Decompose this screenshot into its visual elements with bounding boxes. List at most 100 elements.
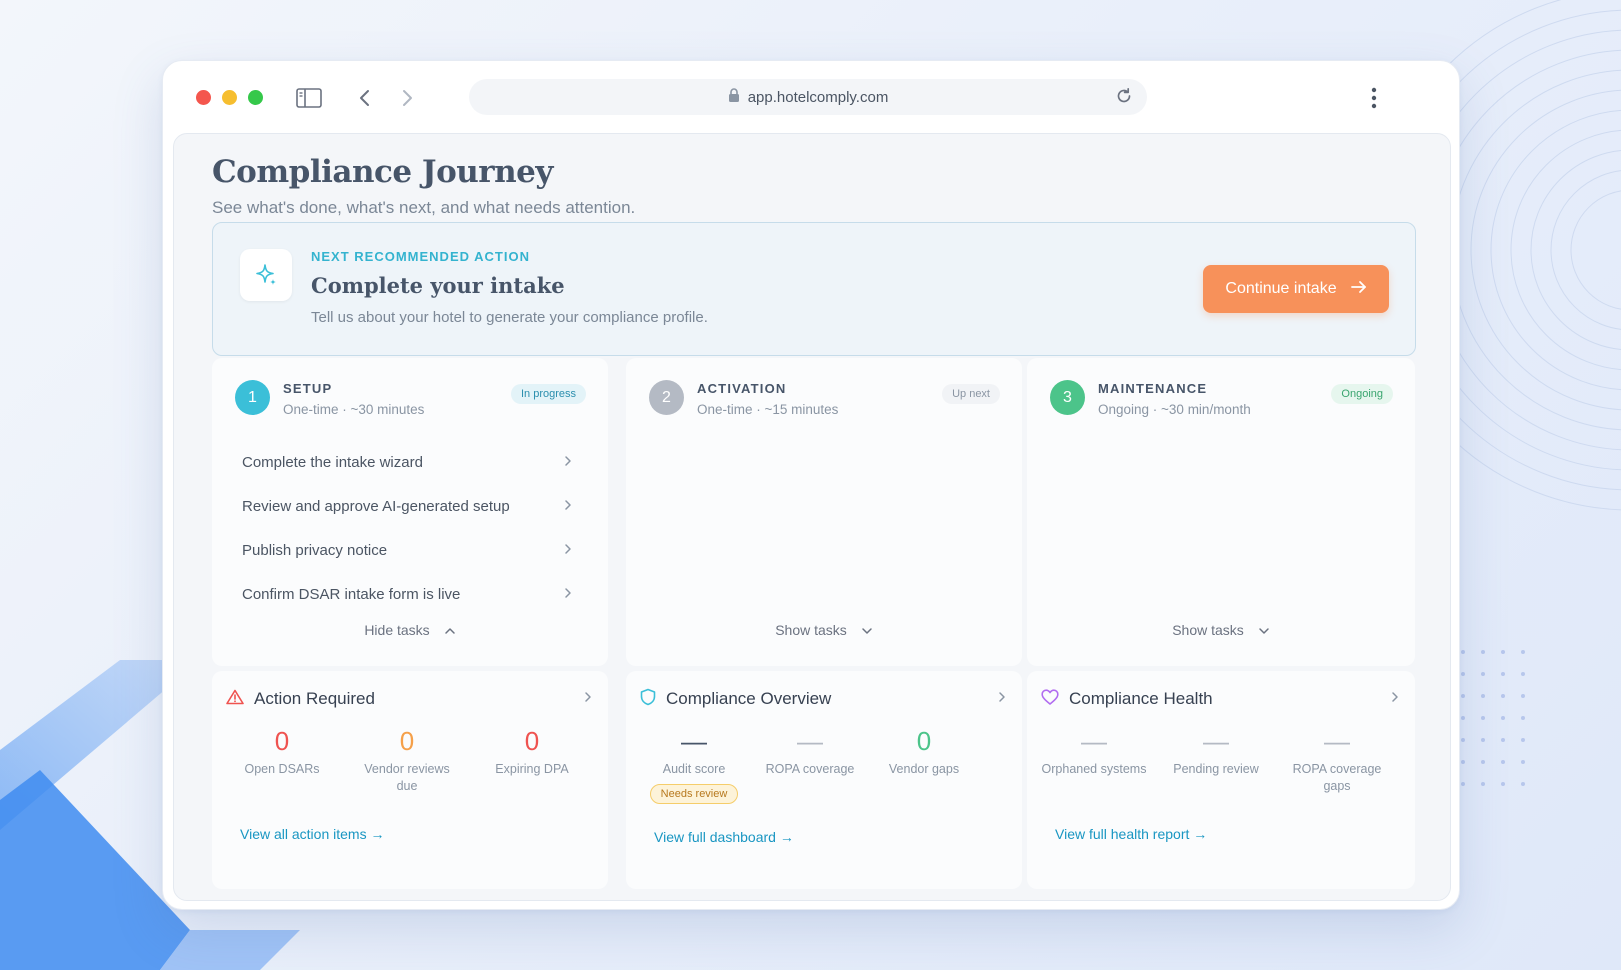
heart-icon — [1041, 688, 1059, 710]
page-content: Compliance Journey See what's done, what… — [173, 133, 1451, 901]
shield-icon — [640, 688, 656, 711]
chevron-right-icon — [564, 542, 572, 559]
stat-label: Open DSARs — [244, 762, 320, 776]
phase-number: 1 — [235, 380, 270, 415]
task-item[interactable]: Publish privacy notice — [242, 528, 572, 572]
address-bar[interactable]: app.hotelcomply.com — [469, 79, 1147, 115]
recommendation-title: Complete your intake — [311, 273, 565, 298]
url-text: app.hotelcomply.com — [747, 88, 889, 106]
card-header[interactable]: Action Required — [226, 687, 592, 711]
task-item[interactable]: Review and approve AI-generated setup — [242, 484, 572, 528]
stat-value: — — [681, 726, 707, 756]
phase-name: SETUP — [283, 381, 333, 396]
close-window-button[interactable] — [196, 90, 211, 105]
chevron-right-icon[interactable] — [584, 690, 592, 708]
stat-value: 0 — [274, 726, 290, 756]
stat-label: Orphaned systems — [1041, 762, 1147, 776]
stat-orphaned-systems: — Orphaned systems — [1034, 725, 1154, 778]
phase-name: MAINTENANCE — [1098, 381, 1208, 396]
stat-value: — — [1081, 726, 1107, 756]
arrow-right-icon — [1350, 280, 1367, 299]
chevron-right-icon — [564, 586, 572, 603]
card-header[interactable]: Compliance Health — [1041, 687, 1399, 711]
status-badge: Up next — [942, 384, 1000, 404]
background-dots — [1461, 650, 1525, 786]
show-tasks-toggle[interactable]: Show tasks — [626, 622, 1022, 638]
card-title: Compliance Overview — [666, 689, 832, 708]
maximize-window-button[interactable] — [248, 90, 263, 105]
stat-label: Audit score — [662, 762, 726, 776]
stat-value: 0 — [399, 726, 415, 756]
phase-number: 2 — [649, 380, 684, 415]
phase-card-activation: 2 ACTIVATION One-time · ~15 minutes Up n… — [626, 358, 1022, 666]
stat-label: Vendor gaps — [888, 762, 960, 776]
task-label: Confirm DSAR intake form is live — [242, 585, 461, 603]
task-list: Complete the intake wizard Review and ap… — [242, 440, 572, 616]
phase-number: 3 — [1050, 380, 1085, 415]
sparkle-icon — [240, 249, 292, 301]
task-item[interactable]: Confirm DSAR intake form is live — [242, 572, 572, 616]
compliance-overview-card: Compliance Overview — Audit score Needs … — [626, 671, 1022, 889]
needs-review-pill: Needs review — [649, 784, 739, 804]
back-arrow-icon[interactable] — [350, 83, 380, 113]
chevron-right-icon[interactable] — [1391, 690, 1399, 708]
stat-value: — — [1324, 726, 1350, 756]
toggle-label: Show tasks — [775, 622, 847, 638]
card-title: Compliance Health — [1069, 689, 1213, 708]
forward-arrow-icon[interactable] — [392, 83, 422, 113]
recommendation-eyebrow: NEXT RECOMMENDED ACTION — [311, 249, 530, 264]
toggle-label: Hide tasks — [364, 622, 430, 638]
stat-open-dsars: 0 Open DSARs — [222, 725, 342, 778]
stat-expiring-dpa: 0 Expiring DPA — [472, 725, 592, 778]
view-full-dashboard-link[interactable]: View full dashboard → — [654, 829, 794, 845]
page-title: Compliance Journey — [212, 154, 553, 190]
stat-label: Expiring DPA — [495, 762, 569, 776]
view-full-health-report-link[interactable]: View full health report → — [1055, 826, 1207, 842]
toggle-label: Show tasks — [1172, 622, 1244, 638]
browser-window: app.hotelcomply.com Compliance Journey S… — [162, 60, 1460, 910]
chevron-down-icon — [1258, 622, 1270, 638]
continue-intake-button[interactable]: Continue intake — [1203, 265, 1389, 313]
task-label: Publish privacy notice — [242, 541, 388, 559]
task-label: Review and approve AI-generated setup — [242, 497, 510, 515]
phase-meta: One-time · ~15 minutes — [697, 402, 839, 417]
status-badge: In progress — [510, 384, 586, 404]
chevron-right-icon[interactable] — [998, 690, 1006, 708]
continue-intake-label: Continue intake — [1225, 280, 1337, 297]
phase-card-setup: 1 SETUP One-time · ~30 minutes In progre… — [212, 358, 608, 666]
stat-vendor-reviews-due: 0 Vendor reviews due — [347, 725, 467, 795]
hide-tasks-toggle[interactable]: Hide tasks — [212, 622, 608, 638]
sidebar-toggle-icon[interactable] — [294, 83, 324, 113]
stat-value: 0 — [916, 726, 932, 756]
phase-name: ACTIVATION — [697, 381, 787, 396]
stat-ropa-coverage: — ROPA coverage — [750, 725, 870, 778]
warning-triangle-icon — [226, 689, 244, 710]
task-item[interactable]: Complete the intake wizard — [242, 440, 572, 484]
chevron-right-icon — [564, 498, 572, 515]
next-recommended-action-card: NEXT RECOMMENDED ACTION Complete your in… — [212, 222, 1416, 356]
chevron-up-icon — [444, 622, 456, 638]
card-header[interactable]: Compliance Overview — [640, 687, 1006, 711]
stat-vendor-gaps: 0 Vendor gaps — [864, 725, 984, 778]
card-title: Action Required — [254, 689, 375, 708]
task-label: Complete the intake wizard — [242, 453, 423, 471]
stat-value: — — [797, 726, 823, 756]
reload-icon[interactable] — [1115, 87, 1133, 109]
compliance-health-card: Compliance Health — Orphaned systems — P… — [1027, 671, 1415, 889]
recommendation-description: Tell us about your hotel to generate you… — [311, 309, 708, 326]
lock-icon — [728, 87, 740, 107]
view-all-action-items-link[interactable]: View all action items → — [240, 826, 384, 842]
phase-meta: One-time · ~30 minutes — [283, 402, 425, 417]
stat-label: Pending review — [1173, 762, 1259, 776]
stat-label: Vendor reviews due — [364, 762, 450, 793]
phase-meta: Ongoing · ~30 min/month — [1098, 402, 1251, 417]
page-subtitle: See what's done, what's next, and what n… — [212, 198, 636, 217]
minimize-window-button[interactable] — [222, 90, 237, 105]
phase-card-maintenance: 3 MAINTENANCE Ongoing · ~30 min/month On… — [1027, 358, 1415, 666]
chevron-right-icon — [564, 454, 572, 471]
show-tasks-toggle[interactable]: Show tasks — [1027, 622, 1415, 638]
chevron-down-icon — [861, 622, 873, 638]
stat-audit-score: — Audit score Needs review — [634, 725, 754, 804]
stat-label: ROPA coverage — [765, 762, 855, 776]
more-options-icon[interactable] — [1359, 83, 1389, 113]
